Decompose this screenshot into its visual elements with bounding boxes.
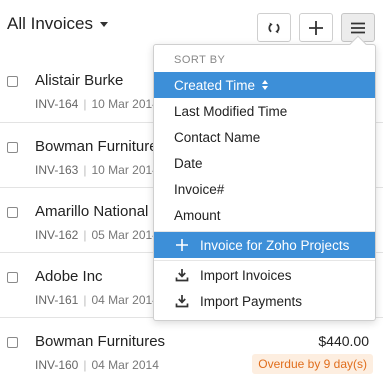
refresh-icon bbox=[268, 22, 280, 33]
row-checkbox[interactable] bbox=[7, 207, 18, 218]
row-checkbox[interactable] bbox=[7, 272, 18, 283]
invoice-date: 10 Mar 2014 bbox=[91, 97, 159, 111]
sort-option-label: Invoice# bbox=[174, 181, 225, 197]
menu-item-label: Invoice for Zoho Projects bbox=[200, 237, 350, 253]
invoice-date: 10 Mar 2014 bbox=[91, 163, 159, 177]
import-invoices-item[interactable]: Import Invoices bbox=[154, 262, 375, 288]
sort-option-last-modified-time[interactable]: Last Modified Time bbox=[154, 98, 375, 124]
invoice-meta: INV-161 | 04 Mar 2014 bbox=[35, 293, 159, 307]
chevron-down-icon bbox=[99, 21, 108, 27]
download-icon bbox=[174, 268, 190, 282]
hamburger-menu-icon bbox=[351, 22, 365, 33]
invoice-date: 04 Mar 2014 bbox=[91, 358, 159, 372]
add-invoice-button[interactable] bbox=[299, 13, 333, 42]
table-row[interactable]: Bowman Furnitures INV-160 | 04 Mar 2014 $4… bbox=[0, 317, 383, 382]
sort-option-label: Last Modified Time bbox=[174, 103, 288, 119]
invoice-date: 04 Mar 2014 bbox=[91, 293, 159, 307]
customer-name: Bowman Furnitures bbox=[35, 138, 166, 155]
invoice-number: INV-161 bbox=[35, 293, 79, 307]
sort-option-label: Created Time bbox=[174, 77, 256, 93]
invoice-date: 05 Mar 2014 bbox=[91, 228, 159, 242]
sort-option-amount[interactable]: Amount bbox=[154, 202, 375, 228]
meta-separator: | bbox=[83, 293, 87, 307]
meta-separator: | bbox=[83, 358, 87, 372]
customer-name: Alistair Burke bbox=[35, 72, 124, 89]
invoice-meta: INV-164 | 10 Mar 2014 bbox=[35, 97, 159, 111]
sort-option-label: Contact Name bbox=[174, 129, 261, 145]
invoice-meta: INV-163 | 10 Mar 2014 bbox=[35, 163, 159, 177]
overdue-badge: Overdue by 9 day(s) bbox=[252, 354, 373, 374]
meta-separator: | bbox=[83, 163, 87, 177]
row-checkbox[interactable] bbox=[7, 76, 18, 87]
menu-item-label: Import Invoices bbox=[200, 267, 292, 283]
row-checkbox[interactable] bbox=[7, 337, 18, 348]
sort-option-invoice-number[interactable]: Invoice# bbox=[154, 176, 375, 202]
menu-divider bbox=[154, 260, 375, 261]
invoice-number: INV-160 bbox=[35, 358, 79, 372]
download-icon bbox=[174, 294, 190, 308]
sort-option-contact-name[interactable]: Contact Name bbox=[154, 124, 375, 150]
invoice-meta: INV-162 | 05 Mar 2014 bbox=[35, 228, 159, 242]
meta-separator: | bbox=[83, 97, 87, 111]
view-label: All Invoices bbox=[7, 14, 93, 33]
menu-item-label: Import Payments bbox=[200, 293, 303, 309]
view-selector[interactable]: All Invoices bbox=[7, 14, 108, 34]
invoice-for-zoho-projects-item[interactable]: Invoice for Zoho Projects bbox=[154, 232, 375, 258]
invoice-number: INV-164 bbox=[35, 97, 79, 111]
sort-option-label: Amount bbox=[174, 207, 221, 223]
plus-icon bbox=[174, 238, 190, 252]
sort-option-label: Date bbox=[174, 155, 203, 171]
customer-name: Adobe Inc bbox=[35, 268, 103, 285]
options-dropdown: SORT BY Created Time Last Modified Time … bbox=[153, 35, 376, 321]
refresh-button[interactable] bbox=[257, 13, 291, 42]
sort-option-created-time[interactable]: Created Time bbox=[154, 72, 375, 98]
sort-option-date[interactable]: Date bbox=[154, 150, 375, 176]
plus-icon bbox=[309, 20, 323, 35]
customer-name: Bowman Furnitures bbox=[35, 333, 166, 350]
sort-by-heading: SORT BY bbox=[174, 54, 226, 66]
invoice-meta: INV-160 | 04 Mar 2014 bbox=[35, 358, 159, 372]
meta-separator: | bbox=[83, 228, 87, 242]
invoice-number: INV-162 bbox=[35, 228, 79, 242]
sort-direction-icon bbox=[262, 80, 269, 90]
invoice-number: INV-163 bbox=[35, 163, 79, 177]
row-checkbox[interactable] bbox=[7, 142, 18, 153]
import-payments-item[interactable]: Import Payments bbox=[154, 288, 375, 314]
invoice-amount: $440.00 bbox=[318, 333, 369, 349]
